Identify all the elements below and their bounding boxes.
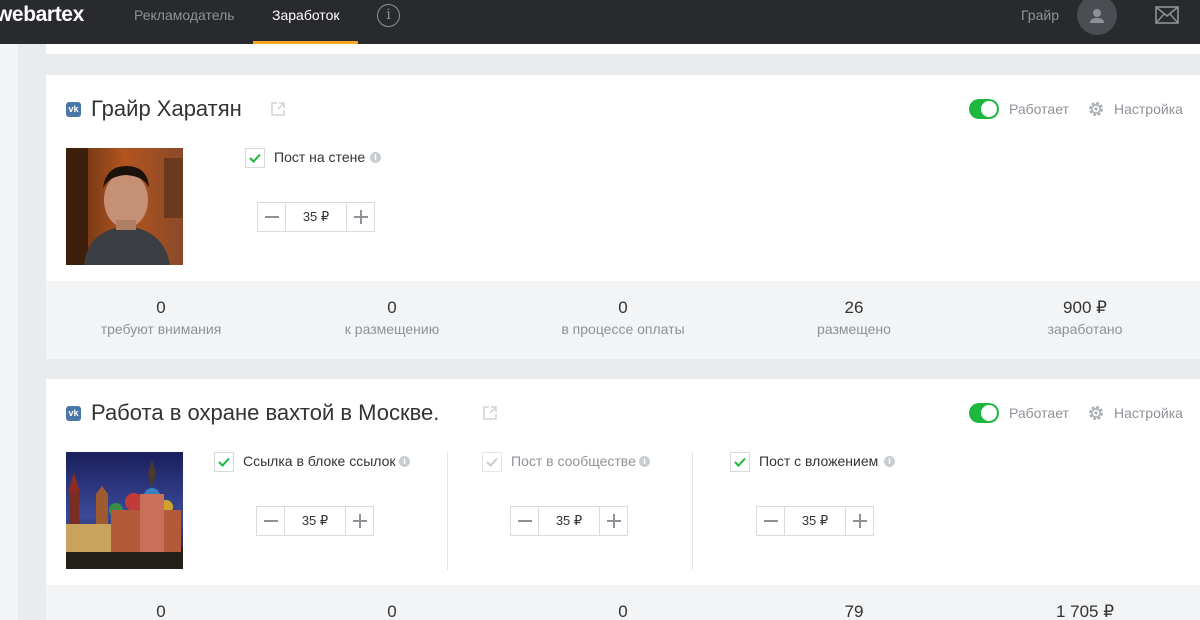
help-icon[interactable]: i: [370, 152, 381, 163]
gear-icon[interactable]: [1087, 404, 1105, 422]
option-checkbox: [482, 452, 502, 472]
decrease-button[interactable]: [511, 507, 539, 535]
stat-value: 0: [618, 298, 628, 317]
stat-needs-attention[interactable]: 0: [46, 602, 276, 620]
help-icon[interactable]: i: [639, 456, 650, 467]
decrease-button[interactable]: [757, 507, 785, 535]
nav-tab-advertiser-label: Рекламодатель: [134, 7, 235, 23]
stat-value: 0: [387, 602, 397, 620]
stat-value: 0: [618, 602, 628, 620]
vk-icon: vk: [66, 406, 81, 421]
stat-label: заработано: [1047, 321, 1123, 337]
top-navigation-bar: webartex Рекламодатель Заработок i Грайр: [0, 0, 1200, 44]
mail-icon[interactable]: [1155, 6, 1179, 24]
stat-label: к размещению: [344, 321, 440, 337]
stat-value: 79: [844, 602, 864, 620]
checkmark-icon: [486, 457, 498, 467]
option-checkbox[interactable]: [214, 452, 234, 472]
settings-link[interactable]: Настройка: [1114, 101, 1183, 117]
option-label: Ссылка в блоке ссылок: [243, 453, 396, 469]
option-label: Пост в сообществе: [511, 453, 636, 469]
option-checkbox[interactable]: [245, 148, 265, 168]
decrease-button[interactable]: [257, 507, 285, 535]
increase-button[interactable]: [345, 507, 373, 535]
user-avatar[interactable]: [1077, 0, 1117, 35]
option-divider: [447, 452, 448, 570]
stat-value: 1 705 ₽: [1055, 602, 1115, 620]
stat-value: 0: [156, 298, 166, 317]
platform-title[interactable]: Грайр Харатян: [91, 96, 242, 122]
increase-button[interactable]: [346, 203, 374, 231]
vk-icon: vk: [66, 102, 81, 117]
platform-avatar-image: [66, 452, 183, 569]
stat-label: в процессе оплаты: [561, 321, 685, 337]
price-stepper: 35 ₽: [756, 506, 874, 536]
checkmark-icon: [249, 153, 261, 163]
status-label: Работает: [1009, 101, 1069, 117]
nav-tab-earnings-label: Заработок: [272, 7, 340, 23]
option-divider: [692, 452, 693, 570]
stat-value: 0: [156, 602, 166, 620]
default-user-icon: [1090, 9, 1104, 23]
option-checkbox[interactable]: [730, 452, 750, 472]
increase-button[interactable]: [845, 507, 873, 535]
user-name[interactable]: Грайр: [1021, 0, 1059, 30]
decrease-button[interactable]: [258, 203, 286, 231]
stat-value: 26: [844, 298, 864, 317]
price-stepper: 35 ₽: [257, 202, 375, 232]
stat-payment-in-progress[interactable]: 0 в процессе оплаты: [508, 298, 738, 339]
previous-card-bottom: [46, 44, 1200, 54]
price-value[interactable]: 35 ₽: [286, 203, 346, 231]
stat-label: требуют внимания: [100, 321, 222, 337]
stat-earned[interactable]: 1 705 ₽: [970, 602, 1200, 620]
external-link-icon[interactable]: [482, 405, 498, 421]
stat-payment-in-progress[interactable]: 0: [508, 602, 738, 620]
settings-link[interactable]: Настройка: [1114, 405, 1183, 421]
option-label: Пост с вложением: [759, 453, 879, 469]
status-toggle[interactable]: [969, 99, 999, 119]
stat-needs-attention[interactable]: 0 требуют внимания: [46, 298, 276, 339]
checkmark-icon: [734, 457, 746, 467]
checkmark-icon: [218, 457, 230, 467]
stat-earned[interactable]: 900 ₽ заработано: [970, 298, 1200, 339]
platform-card: vk Работа в охране вахтой в Москве. Рабо…: [46, 379, 1200, 620]
gear-icon[interactable]: [1087, 100, 1105, 118]
option-label: Пост на стене: [274, 149, 366, 165]
info-icon[interactable]: i: [377, 4, 400, 27]
stat-placed[interactable]: 79: [739, 602, 969, 620]
help-icon[interactable]: i: [884, 456, 895, 467]
external-link-icon[interactable]: [270, 101, 286, 117]
status-toggle[interactable]: [969, 403, 999, 423]
price-value[interactable]: 35 ₽: [539, 507, 599, 535]
help-icon[interactable]: i: [399, 456, 410, 467]
stats-bar: 0 требуют внимания 0 к размещению 0 в пр…: [46, 281, 1200, 359]
increase-button[interactable]: [599, 507, 627, 535]
platform-avatar-image: [66, 148, 183, 265]
nav-tab-advertiser[interactable]: Рекламодатель: [115, 0, 254, 44]
left-gutter: [0, 44, 18, 620]
platform-card: vk Грайр Харатян Работает Настройка Пост…: [46, 75, 1200, 359]
status-label: Работает: [1009, 405, 1069, 421]
stat-value: 900 ₽: [1063, 298, 1107, 317]
stat-to-place[interactable]: 0 к размещению: [277, 298, 507, 339]
webartex-logo[interactable]: webartex: [0, 3, 84, 27]
price-value[interactable]: 35 ₽: [785, 507, 845, 535]
stat-label: размещено: [817, 321, 891, 337]
price-value[interactable]: 35 ₽: [285, 507, 345, 535]
stat-to-place[interactable]: 0: [277, 602, 507, 620]
price-stepper: 35 ₽: [256, 506, 374, 536]
nav-tab-earnings[interactable]: Заработок: [253, 0, 358, 44]
platform-title[interactable]: Работа в охране вахтой в Москве.: [91, 400, 439, 426]
stat-value: 0: [387, 298, 397, 317]
stats-bar: 0 0 0 79 1 705 ₽: [46, 585, 1200, 620]
price-stepper: 35 ₽: [510, 506, 628, 536]
stat-placed[interactable]: 26 размещено: [739, 298, 969, 339]
